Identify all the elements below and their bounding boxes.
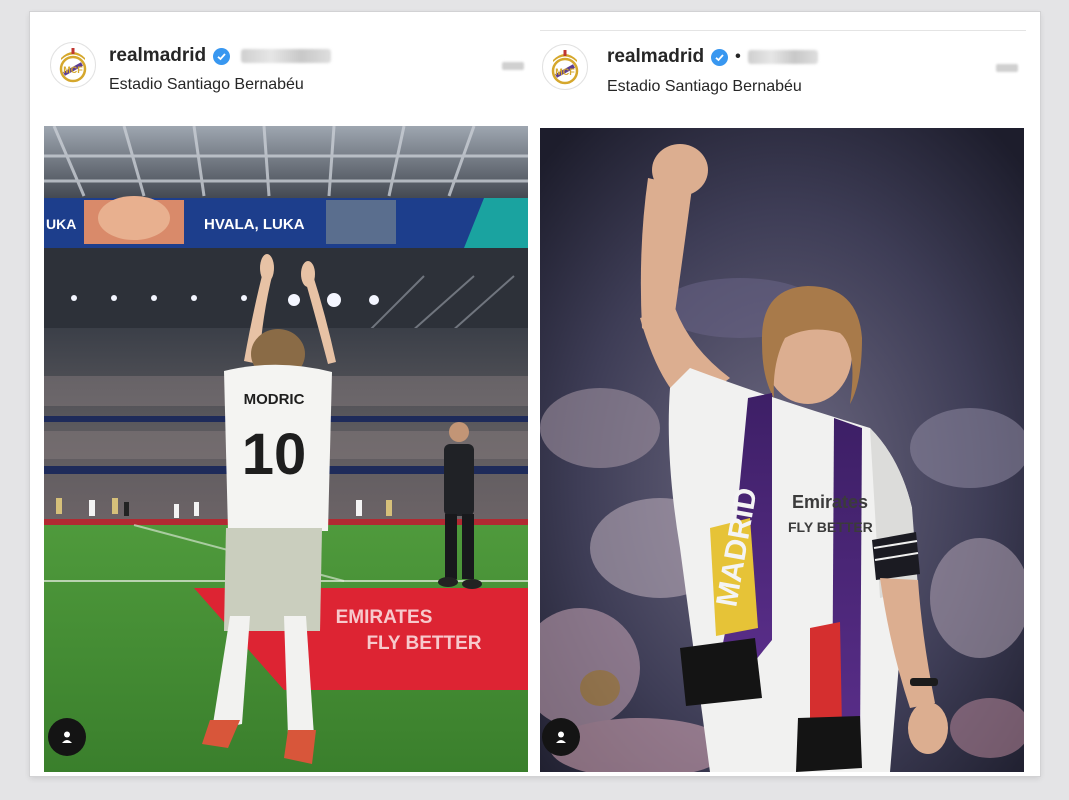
user-tag-icon xyxy=(556,731,566,743)
real-madrid-crest-icon: MCF xyxy=(59,48,87,83)
video-board-text-left: UKA xyxy=(46,216,76,232)
profile-avatar[interactable]: MCF xyxy=(50,42,96,88)
instagram-post-1: MCF realmadrid Estadio Santiago Bernabéu xyxy=(44,26,534,772)
username-row: realmadrid • xyxy=(607,46,818,68)
user-tag-icon xyxy=(62,731,72,743)
username-link[interactable]: realmadrid xyxy=(607,46,704,68)
post-location-link[interactable]: Estadio Santiago Bernabéu xyxy=(109,76,304,94)
svg-text:MCF: MCF xyxy=(555,67,575,77)
shirt-name: MODRIC xyxy=(244,391,305,408)
blurred-timestamp xyxy=(747,50,818,64)
video-board-text-right: HVALA, LUKA xyxy=(204,216,305,233)
more-options-icon[interactable] xyxy=(502,62,524,70)
user-tag-button[interactable] xyxy=(542,718,580,756)
shirt-number: 10 xyxy=(242,422,307,487)
profile-avatar[interactable]: MCF xyxy=(542,44,588,90)
username-row: realmadrid xyxy=(109,45,332,67)
user-tag-button[interactable] xyxy=(48,718,86,756)
instagram-post-2: MCF realmadrid • Estadio Santiago Bernab… xyxy=(540,30,1030,772)
advertising-board-text-1: EMIRATES xyxy=(336,607,433,628)
shirt-sponsor-2: FLY BETTER xyxy=(788,519,873,535)
post-photo: MADRID Emirates FLY BETTER xyxy=(540,128,1024,772)
post-header: MCF realmadrid • Estadio Santiago Bernab… xyxy=(540,30,1030,130)
modric-fist-raised-photo: MADRID Emirates FLY BETTER xyxy=(540,128,1024,772)
advertising-board-text-2: FLY BETTER xyxy=(366,633,481,654)
post-location-link[interactable]: Estadio Santiago Bernabéu xyxy=(607,78,802,96)
separator-dot: • xyxy=(735,48,741,65)
post-photo: UKA HVALA, LUKA EMIRATES FLY BETTER MODR… xyxy=(44,126,528,772)
shirt-sponsor-1: Emirates xyxy=(792,492,868,512)
verified-badge-icon xyxy=(213,47,231,65)
svg-text:MCF: MCF xyxy=(63,65,83,75)
real-madrid-crest-icon: MCF xyxy=(551,50,579,85)
username-link[interactable]: realmadrid xyxy=(109,45,206,67)
screenshot-frame: MCF realmadrid Estadio Santiago Bernabéu xyxy=(30,12,1040,776)
more-options-icon[interactable] xyxy=(996,64,1018,72)
blurred-timestamp xyxy=(241,49,332,63)
post-header: MCF realmadrid Estadio Santiago Bernabéu xyxy=(44,26,534,126)
verified-badge-icon xyxy=(711,48,729,66)
modric-applauding-photo: UKA HVALA, LUKA EMIRATES FLY BETTER MODR… xyxy=(44,126,528,772)
